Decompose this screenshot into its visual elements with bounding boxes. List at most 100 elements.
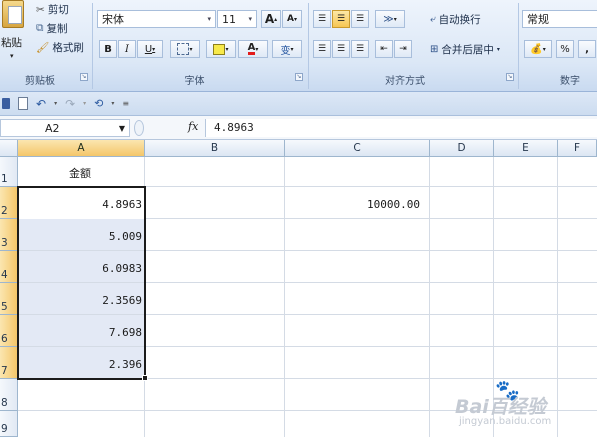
- chevron-down-icon[interactable]: ▾: [54, 100, 57, 107]
- decrease-indent-button[interactable]: ⇤: [375, 40, 393, 58]
- formula-bar-handle[interactable]: [134, 120, 144, 136]
- phonetic-button[interactable]: 变 ▾: [272, 40, 302, 58]
- number-format-select[interactable]: 常规: [522, 10, 597, 28]
- row-header-5[interactable]: 5: [0, 283, 18, 315]
- column-header-d[interactable]: D: [430, 140, 494, 157]
- number-format-value: 常规: [527, 13, 549, 26]
- column-header-e[interactable]: E: [494, 140, 558, 157]
- align-bottom-button[interactable]: ☰: [351, 10, 369, 28]
- decrease-indent-icon: ⇤: [380, 44, 388, 54]
- comma-style-button[interactable]: ,: [578, 40, 596, 58]
- row-header-8[interactable]: 8: [0, 379, 18, 411]
- column-e-label: E: [522, 142, 529, 154]
- cell-a1[interactable]: 金额: [18, 157, 145, 187]
- phonetic-glyph: 变: [280, 45, 291, 57]
- row-header-6[interactable]: 6: [0, 315, 18, 347]
- alignment-group-label: 对齐方式: [385, 76, 425, 87]
- italic-glyph: I: [125, 43, 129, 55]
- bold-button[interactable]: B: [99, 40, 117, 58]
- new-document-icon[interactable]: [18, 97, 28, 110]
- cut-label: 剪切: [47, 4, 69, 16]
- more-commands-icon[interactable]: ≡: [122, 99, 129, 108]
- insert-function-button[interactable]: fx: [188, 120, 198, 133]
- align-middle-icon: ☰: [336, 14, 346, 24]
- align-left-icon: ☰: [317, 44, 327, 54]
- row-header-7[interactable]: 7: [0, 347, 18, 379]
- row-header-1[interactable]: 1: [0, 157, 18, 187]
- row-4-label: 4: [1, 269, 8, 281]
- row-header-9[interactable]: 9: [0, 411, 18, 437]
- percent-style-button[interactable]: %: [556, 40, 574, 58]
- select-all-corner[interactable]: [0, 140, 18, 157]
- comma-glyph: ,: [585, 43, 589, 55]
- italic-button[interactable]: I: [118, 40, 136, 58]
- chevron-down-icon: ▼: [118, 123, 125, 133]
- accounting-format-button[interactable]: 💰 ▾: [524, 40, 552, 58]
- paste-button[interactable]: 粘贴 ▾: [0, 0, 30, 68]
- row-header-3[interactable]: 3: [0, 219, 18, 251]
- row-header-4[interactable]: 4: [0, 251, 18, 283]
- dialog-launcher-icon[interactable]: ↘: [80, 73, 88, 81]
- format-painter-button[interactable]: 🖌 格式刷: [36, 40, 84, 55]
- chevron-down-icon[interactable]: ▾: [111, 100, 114, 107]
- align-middle-button[interactable]: ☰: [332, 10, 350, 28]
- group-divider: [518, 3, 519, 89]
- border-button[interactable]: ▾: [170, 40, 200, 58]
- dialog-launcher-icon[interactable]: ↘: [506, 73, 514, 81]
- redo-icon[interactable]: ↷: [65, 97, 75, 111]
- font-group-label: 字体: [184, 76, 205, 87]
- row-5-label: 5: [1, 301, 8, 313]
- font-color-button[interactable]: A ▾: [238, 40, 268, 58]
- column-header-c[interactable]: C: [285, 140, 430, 157]
- increase-indent-button[interactable]: ⇥: [394, 40, 412, 58]
- formula-value: 4.8963: [214, 121, 254, 134]
- worksheet-grid: A B C D E F 1 2 3 4 5 6 7 8 9 金额 4.8963 …: [0, 140, 597, 437]
- align-right-button[interactable]: ☰: [351, 40, 369, 58]
- formula-input[interactable]: 4.8963: [205, 119, 597, 137]
- cell-a1-value: 金额: [69, 167, 91, 180]
- copy-icon: ⧉: [36, 22, 44, 34]
- clipboard-icon: [2, 0, 24, 28]
- wrap-text-button[interactable]: ⤶ 自动换行: [430, 12, 481, 27]
- row-2-label: 2: [1, 205, 8, 217]
- chevron-down-icon: ▾: [496, 46, 500, 53]
- copy-button[interactable]: ⧉ 复制: [36, 21, 68, 36]
- chevron-down-icon[interactable]: ▾: [83, 100, 86, 107]
- fill-handle[interactable]: [142, 375, 148, 381]
- font-size-select[interactable]: 11 ▾: [217, 10, 257, 28]
- row-1-label: 1: [1, 173, 8, 185]
- align-right-icon: ☰: [355, 44, 365, 54]
- font-size-value: 11: [222, 12, 236, 26]
- undo-icon[interactable]: ↶: [36, 97, 46, 111]
- percent-glyph: %: [560, 43, 570, 55]
- column-header-a[interactable]: A: [18, 140, 145, 157]
- underline-button[interactable]: U ▾: [137, 40, 163, 58]
- column-b-label: B: [210, 142, 219, 154]
- grow-font-button[interactable]: A ▴: [261, 10, 281, 28]
- row-header-2[interactable]: 2: [0, 187, 18, 219]
- font-name-select[interactable]: 宋体 ▾: [97, 10, 216, 28]
- align-center-button[interactable]: ☰: [332, 40, 350, 58]
- save-icon[interactable]: [2, 98, 10, 109]
- scissors-icon: ✂: [36, 3, 45, 16]
- cut-button[interactable]: ✂ 剪切: [36, 2, 69, 17]
- name-box[interactable]: A2 ▼: [0, 119, 130, 137]
- customize-icon[interactable]: ⟲: [94, 97, 103, 110]
- row-8-label: 8: [1, 397, 8, 409]
- column-header-f[interactable]: F: [558, 140, 597, 157]
- shrink-font-button[interactable]: A ▾: [282, 10, 302, 28]
- chevron-down-icon: ▾: [207, 15, 211, 23]
- dialog-launcher-icon[interactable]: ↘: [295, 73, 303, 81]
- wrap-text-icon: ⤶: [430, 14, 436, 25]
- align-center-icon: ☰: [336, 44, 346, 54]
- cell-c2[interactable]: 10000.00: [285, 187, 430, 219]
- fill-color-button[interactable]: ▾: [206, 40, 236, 58]
- align-top-button[interactable]: ☰: [313, 10, 331, 28]
- merge-center-button[interactable]: ⊞ 合并后居中 ▾: [430, 42, 500, 57]
- underline-glyph: U: [144, 43, 153, 55]
- paintbrush-icon: 🖌: [36, 42, 50, 54]
- column-header-b[interactable]: B: [145, 140, 285, 157]
- group-divider: [308, 3, 309, 89]
- orientation-button[interactable]: ≫ ▾: [375, 10, 405, 28]
- align-left-button[interactable]: ☰: [313, 40, 331, 58]
